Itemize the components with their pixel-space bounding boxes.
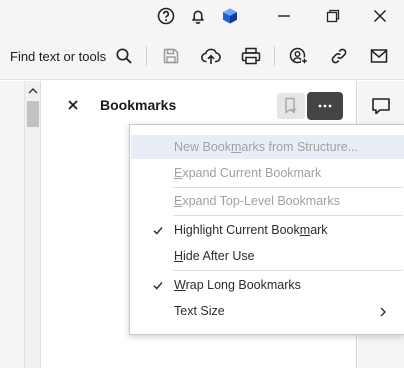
find-text-or-tools[interactable]: Find text or tools <box>0 32 138 80</box>
menu-item-label: Highlight Current Bookmark <box>174 223 328 237</box>
email-icon[interactable] <box>363 40 395 72</box>
title-bar <box>0 0 404 32</box>
print-icon[interactable] <box>235 40 267 72</box>
checkmark-icon <box>153 279 163 293</box>
scroll-thumb[interactable] <box>27 101 39 127</box>
menu-item-label: Text Size <box>174 304 225 318</box>
menu-item-label: Hide After Use <box>174 249 255 263</box>
app-logo-icon[interactable] <box>214 0 246 32</box>
minimize-icon[interactable] <box>268 0 300 32</box>
menu-item-label: New Bookmarks from Structure... <box>174 140 359 154</box>
bookmarks-options-menu: New Bookmarks from Structure... Expand C… <box>129 124 404 335</box>
toolbar: Find text or tools <box>0 32 404 80</box>
menu-divider <box>173 270 403 271</box>
menu-item-hide-after-use[interactable]: Hide After Use <box>131 244 404 268</box>
menu-item-new-bookmarks-from-structure[interactable]: New Bookmarks from Structure... <box>131 135 404 159</box>
close-panel-icon[interactable] <box>63 95 83 115</box>
chevron-right-icon <box>380 306 386 320</box>
menu-item-expand-current-bookmark[interactable]: Expand Current Bookmark <box>131 161 404 185</box>
upload-icon[interactable] <box>195 40 227 72</box>
search-icon <box>115 47 133 65</box>
more-options-button[interactable] <box>307 92 343 120</box>
find-label: Find text or tools <box>10 48 107 64</box>
vertical-scrollbar[interactable] <box>24 81 41 368</box>
checkmark-icon <box>153 224 163 238</box>
comment-icon[interactable] <box>367 92 395 120</box>
menu-item-label: Expand Top-Level Bookmarks <box>174 194 340 208</box>
menu-item-wrap-long-bookmarks[interactable]: Wrap Long Bookmarks <box>131 273 404 297</box>
panel-title: Bookmarks <box>100 97 177 113</box>
close-icon[interactable] <box>364 0 396 32</box>
menu-item-label: Wrap Long Bookmarks <box>174 278 301 292</box>
toolbar-divider <box>274 46 275 66</box>
help-icon[interactable] <box>150 0 182 32</box>
menu-item-label: Expand Current Bookmark <box>174 166 322 180</box>
scroll-up-arrow-icon[interactable] <box>25 83 41 97</box>
save-icon[interactable] <box>155 40 187 72</box>
link-icon[interactable] <box>323 40 355 72</box>
restore-icon[interactable] <box>317 0 349 32</box>
menu-item-text-size[interactable]: Text Size <box>131 299 404 323</box>
share-user-icon[interactable] <box>283 40 315 72</box>
toolbar-divider <box>146 46 147 66</box>
menu-divider <box>173 215 403 216</box>
new-bookmark-button[interactable] <box>277 93 305 119</box>
notification-bell-icon[interactable] <box>182 0 214 32</box>
menu-item-expand-top-level-bookmarks[interactable]: Expand Top-Level Bookmarks <box>131 189 404 213</box>
menu-divider <box>173 187 403 188</box>
left-nav-rail <box>0 81 24 368</box>
menu-item-highlight-current-bookmark[interactable]: Highlight Current Bookmark <box>131 218 404 242</box>
